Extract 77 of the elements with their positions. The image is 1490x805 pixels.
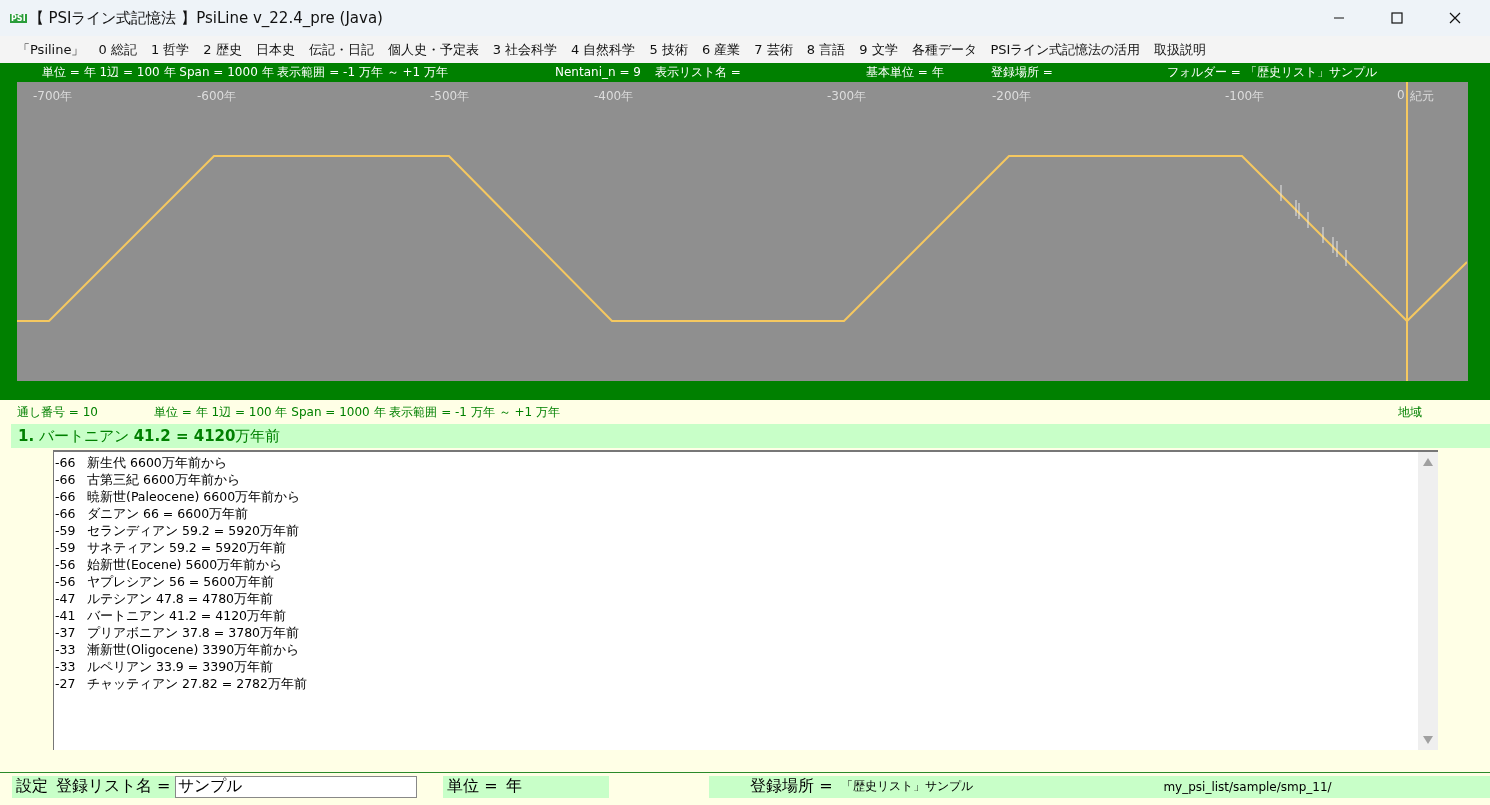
app-icon: PSI — [10, 13, 27, 23]
year-value: -59 — [55, 539, 77, 556]
menu-item[interactable]: 9 文学 — [854, 40, 907, 59]
menu-item[interactable]: 3 社会科学 — [487, 40, 567, 59]
list-name-field[interactable]: サンプル — [174, 775, 418, 798]
year-value: -41 — [55, 607, 77, 624]
axis-label: -600年 — [197, 88, 237, 105]
menu-item[interactable]: 4 自然科学 — [566, 40, 645, 59]
list-name-label: 登録リスト名 = — [52, 775, 175, 798]
unit-label: 単位 = — [443, 775, 502, 798]
year-value: -37 — [55, 624, 77, 641]
window-title: 【 PSIライン式記憶法 】PsiLine v_22.4_pre (Java) — [28, 8, 383, 28]
menu-item[interactable]: 各種データ — [906, 40, 986, 59]
unit-value: 年 — [501, 775, 610, 798]
menu-item[interactable]: 2 歴史 — [198, 40, 251, 59]
axis-label: 0 — [1397, 88, 1405, 102]
year-value: -66 — [55, 505, 77, 522]
year-value: -66 — [55, 454, 77, 471]
year-value: -66 — [55, 471, 77, 488]
menu-item[interactable]: 8 言語 — [801, 40, 855, 59]
timeline-info: 基本単位 = 年 — [866, 64, 944, 80]
event-text: セランディアン 59.2 = 5920万年前 — [87, 523, 300, 538]
folder-path: my_psi_list/sample/smp_11/ — [1159, 775, 1490, 798]
axis-label: -300年 — [827, 88, 867, 105]
region-label: 地域 — [1398, 403, 1422, 421]
menu-item[interactable]: 6 産業 — [696, 40, 750, 59]
year-value: -59 — [55, 522, 77, 539]
axis-label: -400年 — [594, 88, 634, 105]
menu-item[interactable]: 7 芸術 — [749, 40, 802, 59]
year-value: -56 — [55, 556, 77, 573]
event-text: ヤプレシアン 56 = 5600万年前 — [87, 574, 275, 589]
current-entry: 1. バートニアン 41.2 = 4120万年前 — [11, 424, 1490, 448]
scale-info: 単位 = 年 1辺 = 100 年 Span = 1000 年 表示範囲 = -1 万年 ～ +1 万年 — [153, 403, 560, 421]
menu-item[interactable]: 1 哲学 — [145, 40, 199, 59]
list-text-area[interactable] — [53, 450, 1438, 750]
year-value: -33 — [55, 641, 77, 658]
event-text: ルペリアン 33.9 = 3390万年前 — [87, 659, 274, 674]
scrollbar[interactable] — [1418, 452, 1438, 750]
year-value: -47 — [55, 590, 77, 607]
event-text: ルテシアン 47.8 = 4780万年前 — [87, 591, 274, 606]
menu-item[interactable]: 個人史・予定表 — [382, 40, 488, 59]
timeline-info: Nentani_n = 9 — [555, 64, 641, 80]
axis-label: -100年 — [1225, 88, 1265, 105]
event-text: プリアボニアン 37.8 = 3780万年前 — [87, 625, 300, 640]
scroll-up-icon[interactable] — [1423, 458, 1433, 466]
event-text: 暁新世(Paleocene) 6600万年前から — [87, 489, 301, 504]
scroll-down-icon[interactable] — [1423, 736, 1433, 744]
event-text: 漸新世(Oligocene) 3390万年前から — [87, 642, 300, 657]
axis-label: 紀元 — [1410, 88, 1434, 105]
year-value: -33 — [55, 658, 77, 675]
event-text: 古第三紀 6600万年前から — [87, 472, 240, 487]
axis-label: -700年 — [33, 88, 73, 105]
settings-label[interactable]: 設定 — [12, 775, 52, 798]
year-value: -66 — [55, 488, 77, 505]
menu-item[interactable]: PSIライン式記憶法の活用 — [985, 40, 1150, 59]
timeline-info: 単位 = 年 1辺 = 100 年 Span = 1000 年 表示範囲 = -1 万年 ～ +1 万年 — [42, 64, 448, 80]
event-text: 新生代 6600万年前から — [87, 455, 227, 470]
event-text: 始新世(Eocene) 5600万年前から — [87, 557, 283, 572]
event-text: ダニアン 66 = 6600万年前 — [87, 506, 249, 521]
menu-item[interactable]: 取扱説明 — [1149, 40, 1216, 59]
timeline-info: 登録場所 = — [991, 64, 1053, 80]
year-value: -27 — [55, 675, 77, 692]
year-value: -56 — [55, 573, 77, 590]
timeline-info: フォルダー = 「歴史リスト」サンプル — [1167, 64, 1377, 80]
event-text: チャッティアン 27.82 = 2782万年前 — [87, 676, 307, 691]
menu-item[interactable]: 伝記・日記 — [303, 40, 383, 59]
menu-item[interactable]: 5 技術 — [644, 40, 697, 59]
event-text: バートニアン 41.2 = 4120万年前 — [87, 608, 287, 623]
menu-item[interactable]: 0 総記 — [93, 40, 146, 59]
axis-label: -200年 — [992, 88, 1032, 105]
menu-item[interactable]: 「Psiline」 — [12, 40, 94, 59]
menu-item[interactable]: 日本史 — [250, 40, 304, 59]
location-value: 「歴史リスト」サンプル — [836, 775, 1160, 798]
timeline-info: 表示リスト名 = — [655, 64, 741, 80]
serial-number: 通し番号 = 10 — [17, 403, 98, 421]
event-text: サネティアン 59.2 = 5920万年前 — [87, 540, 287, 555]
axis-label: -500年 — [430, 88, 470, 105]
